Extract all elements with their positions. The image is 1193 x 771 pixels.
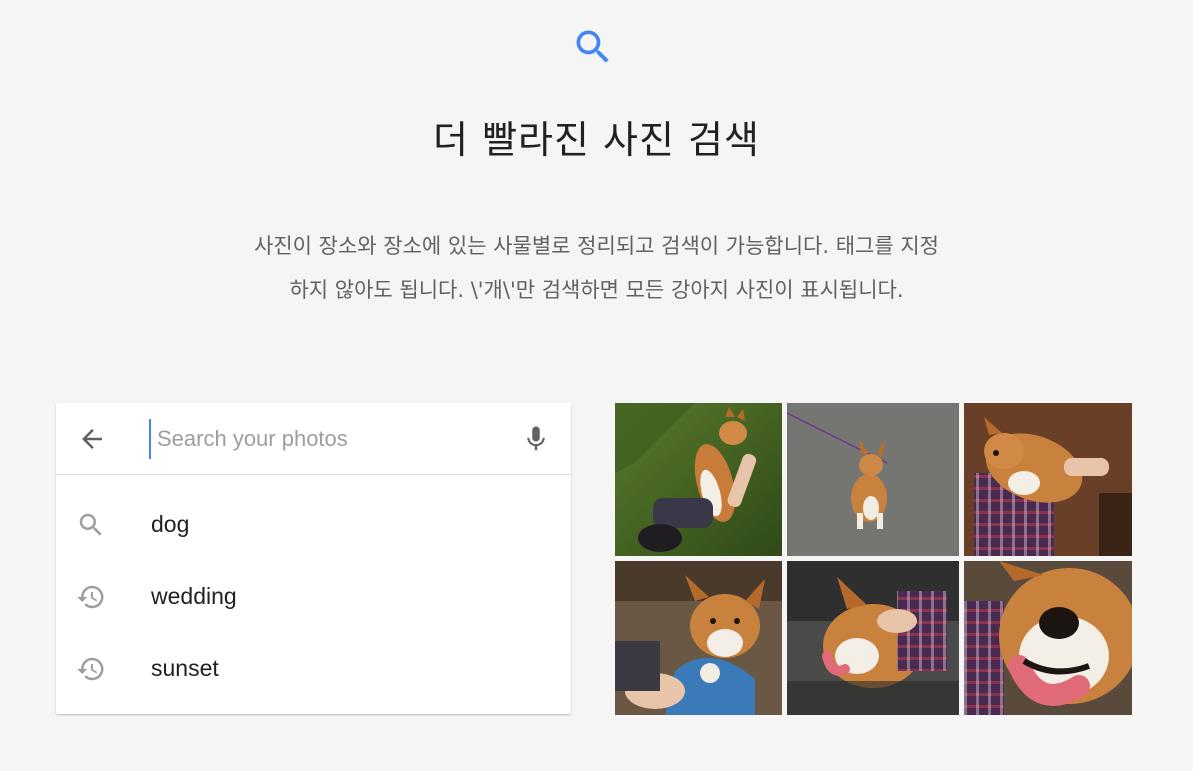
search-card: dog wedding sunset <box>56 403 571 714</box>
suggestion-label: wedding <box>151 583 237 609</box>
photo-corgi-petted[interactable] <box>787 561 959 715</box>
photo-results-grid <box>615 403 1132 715</box>
feature-description: 사진이 장소와 장소에 있는 사물별로 정리되고 검색이 가능합니다. 태그를 … <box>160 224 1033 312</box>
photo-corgi-toy[interactable] <box>615 561 782 715</box>
suggestion-item-wedding[interactable]: wedding <box>56 560 571 632</box>
search-icon <box>571 25 615 69</box>
suggestion-item-dog[interactable]: dog <box>56 488 571 560</box>
suggestion-label: dog <box>151 511 190 537</box>
history-icon <box>76 654 106 684</box>
search-input[interactable] <box>149 419 499 459</box>
suggestion-label: sunset <box>151 655 219 681</box>
photo-corgi-closeup[interactable] <box>964 561 1132 715</box>
photo-corgi-held[interactable] <box>964 403 1132 556</box>
suggestion-item-sunset[interactable]: sunset <box>56 632 571 704</box>
search-bar <box>56 403 571 475</box>
photo-corgi-jumping[interactable] <box>615 403 782 556</box>
arrow-back-icon <box>82 429 102 449</box>
description-line-2: 하지 않아도 됩니다. \'개\'만 검색하면 모든 강아지 사진이 표시됩니다… <box>289 278 904 302</box>
voice-search-button[interactable] <box>520 421 552 457</box>
page: 더 빨라진 사진 검색 사진이 장소와 장소에 있는 사물별로 정리되고 검색이… <box>0 0 1193 771</box>
microphone-icon <box>527 426 545 451</box>
photo-corgi-pavement[interactable] <box>787 403 959 556</box>
description-line-1: 사진이 장소와 장소에 있는 사물별로 정리되고 검색이 가능합니다. 태그를 … <box>254 234 939 258</box>
back-button[interactable] <box>76 423 108 455</box>
history-icon <box>76 582 106 612</box>
search-icon <box>76 510 106 540</box>
page-title: 더 빨라진 사진 검색 <box>433 118 760 162</box>
